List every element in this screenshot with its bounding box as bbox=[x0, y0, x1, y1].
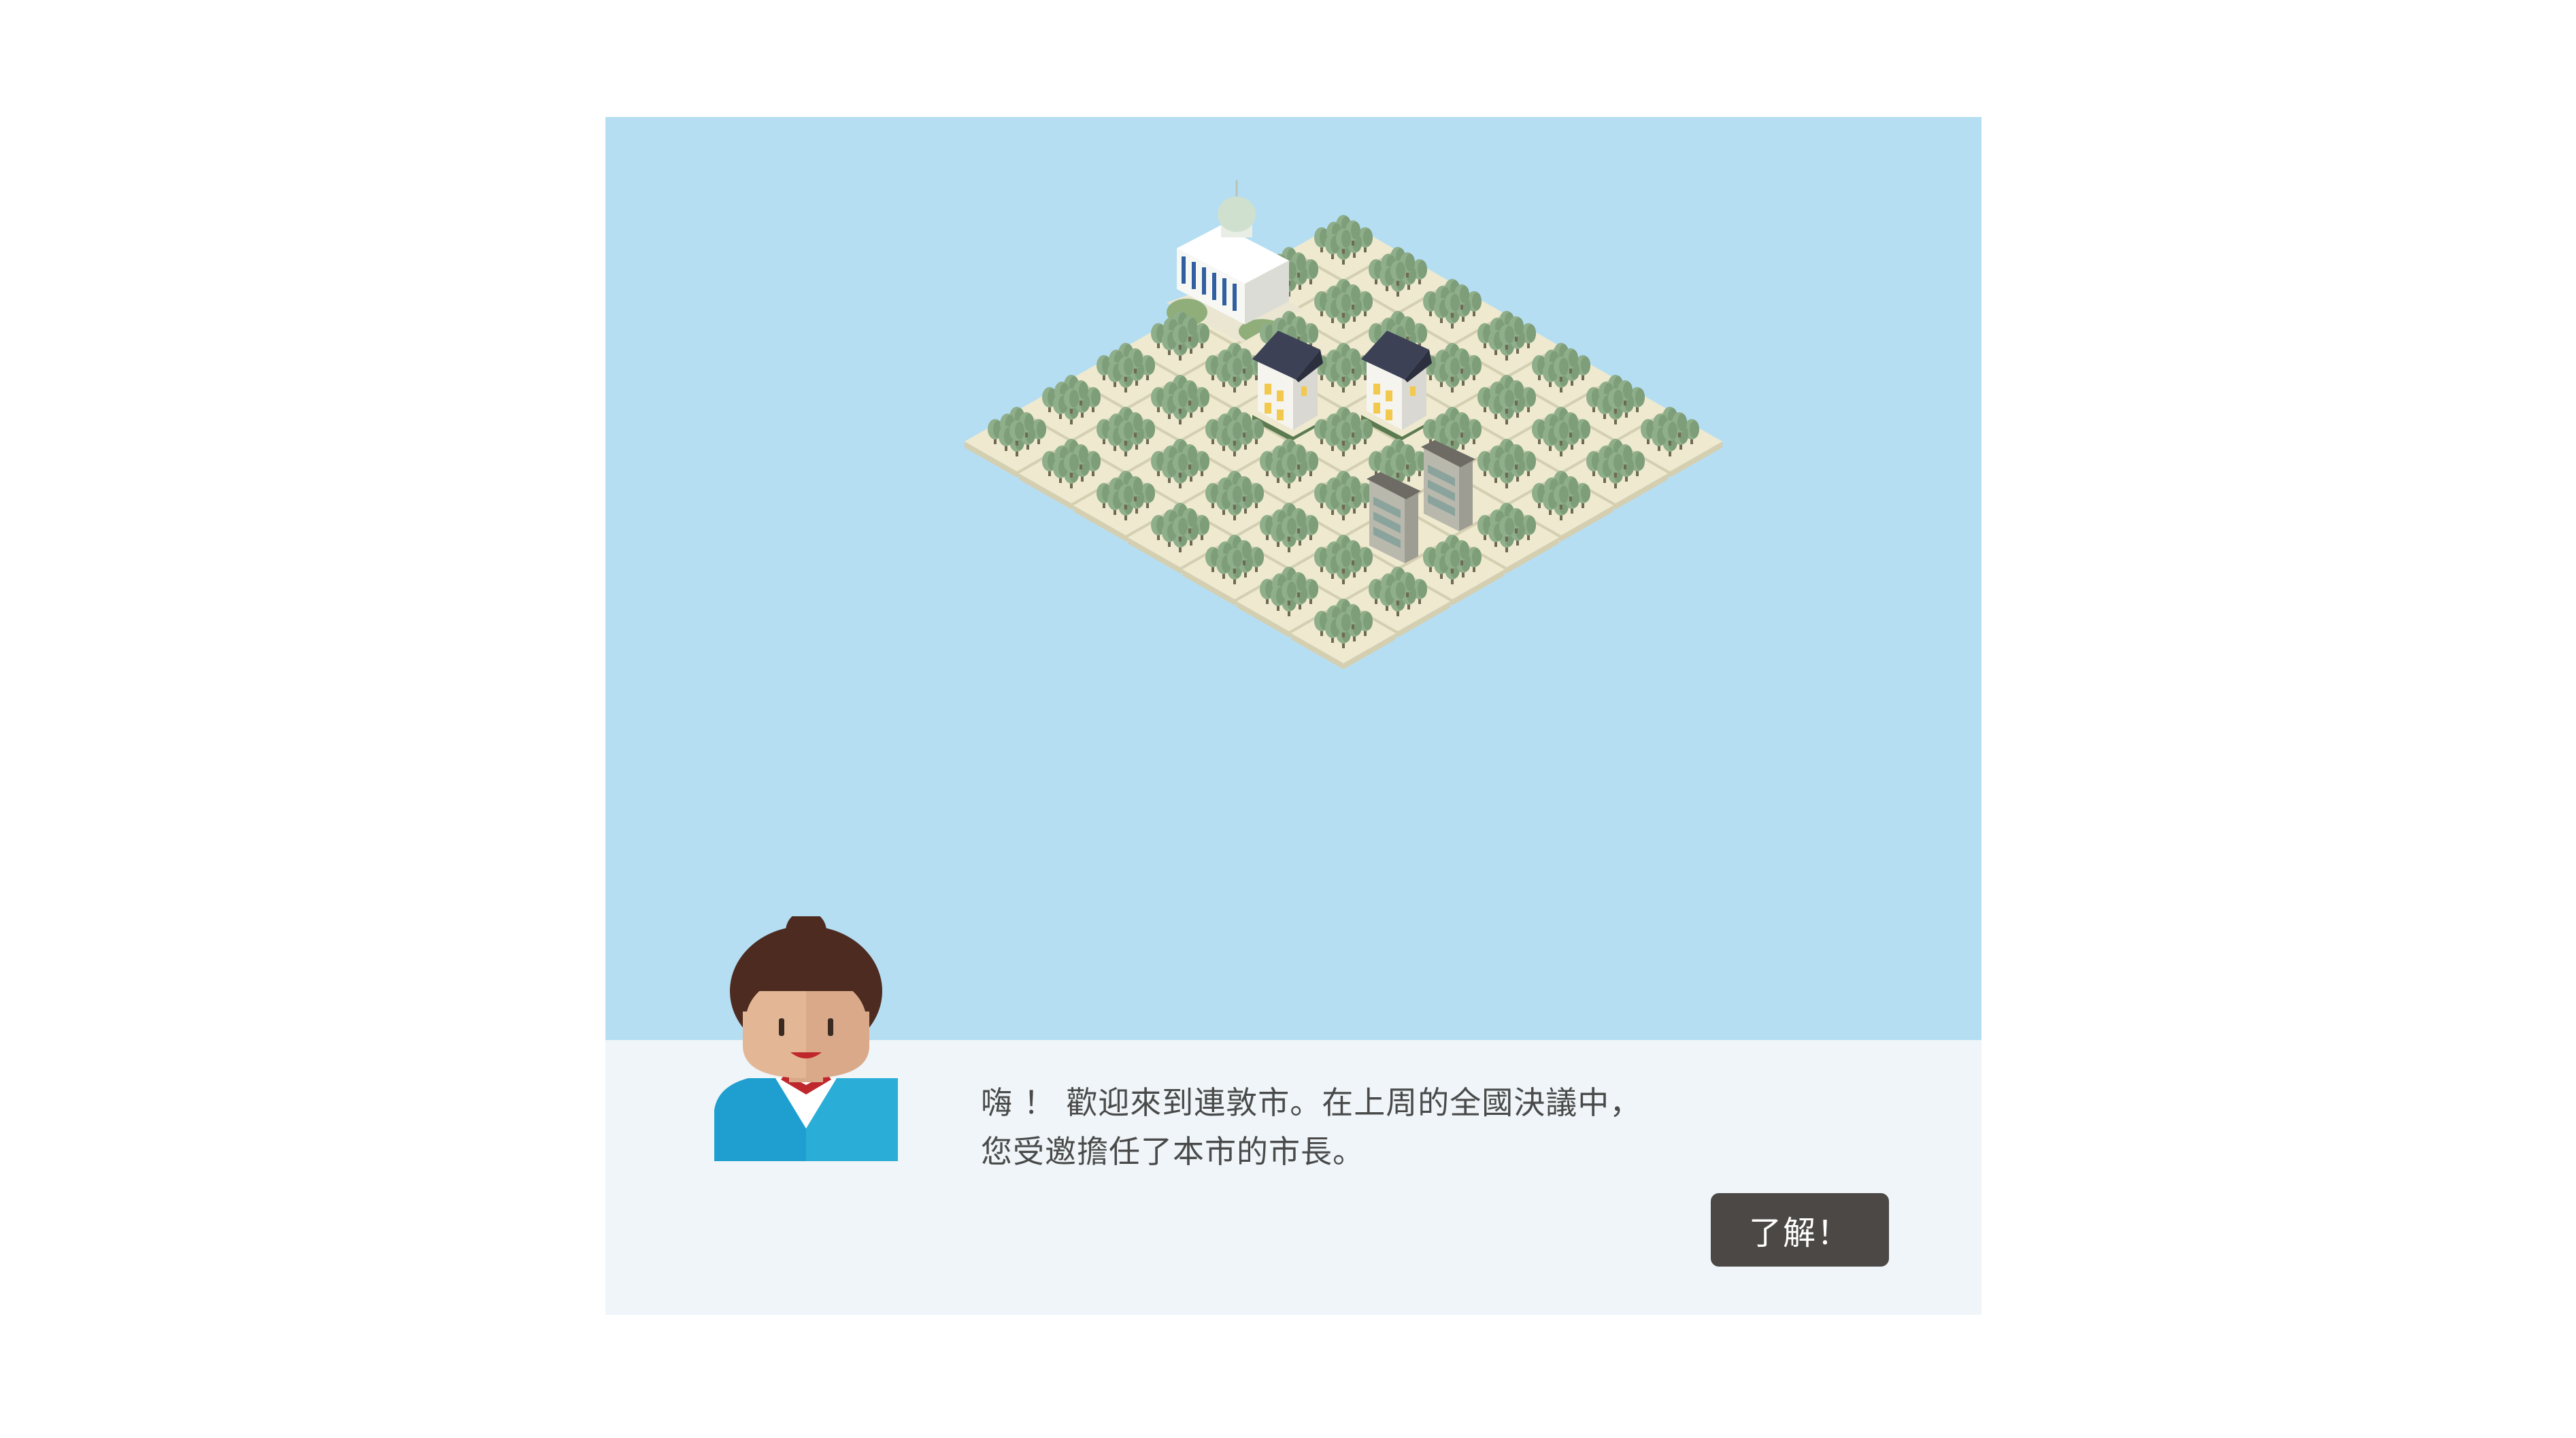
confirm-button[interactable]: 了解！ bbox=[1711, 1193, 1889, 1267]
dialog-line-1: 嗨 ！ 歡迎來到連敦市。在上周的全國決議中， bbox=[981, 1084, 1642, 1121]
game-frame: 嗨 ！ 歡迎來到連敦市。在上周的全國決議中， 您受邀擔任了本市的市長。 了解！ bbox=[605, 117, 1981, 1315]
city-map bbox=[605, 117, 1981, 1040]
advisor-avatar-icon bbox=[714, 916, 898, 1161]
dialog-message: 嗨 ！ 歡迎來到連敦市。在上周的全國決議中， 您受邀擔任了本市的市長。 bbox=[981, 1078, 1661, 1176]
dialog-line-2: 您受邀擔任了本市的市長。 bbox=[981, 1133, 1365, 1170]
isometric-city-map bbox=[965, 180, 1722, 669]
